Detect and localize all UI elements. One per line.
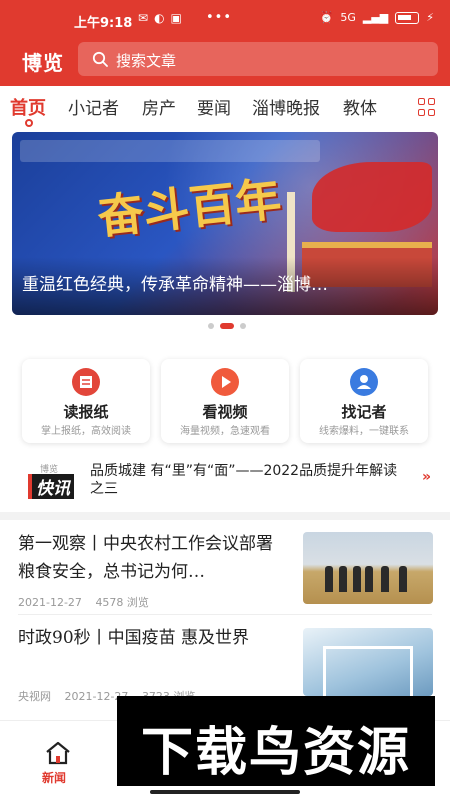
article-date: 2021-12-27 [18,596,82,609]
network-label: 5G [340,11,356,24]
reporter-icon [350,368,378,396]
tab-education-sports[interactable]: 教体 [343,94,377,119]
channel-tabs: 首页 小记者 房产 要闻 淄博晚报 教体 [0,86,450,128]
banner-carousel[interactable]: 奋斗百年 重温红色经典，传承革命精神——淄博… [12,132,438,315]
double-chevron-right-icon[interactable]: » [422,469,431,485]
wechat-icon: ✉ [138,11,149,25]
article-meta: 2021-12-27 4578 浏览 [18,594,159,610]
flash-news-logo: 博览 快讯 [22,462,74,499]
watermark-overlay: 下载鸟资源 [117,696,435,786]
tabs-fade [380,86,410,128]
banner-flag-graphic [312,162,432,232]
tab-zibo-evening[interactable]: 淄博晚报 [252,94,320,119]
article-title[interactable]: 第一观察丨中央农村工作会议部署粮食安全，总书记为何… [18,530,288,586]
search-icon [92,51,108,67]
status-bar: 上午9:18 ✉ ◐ ▣ ••• ⏰ 5G ▂▄▆ ⚡ [0,0,450,40]
carousel-dot [208,323,214,329]
app-header: 博览 搜索文章 [0,40,450,86]
article-thumbnail[interactable] [303,532,433,604]
card-subtitle: 海量视频，急速观看 [180,426,270,437]
home-indicator [150,790,300,794]
status-time: 上午9:18 [74,16,133,31]
battery-icon [395,11,420,24]
play-video-icon [211,368,239,396]
newspaper-icon [72,368,100,396]
section-divider [0,512,450,520]
article-source: 央视网 [18,690,51,703]
tab-real-estate[interactable]: 房产 [142,94,176,119]
banner-sponsor-strip [20,140,320,162]
app-notification-icon: ◐ [154,11,165,25]
flash-logo-main: 快讯 [28,474,74,499]
carousel-indicator [208,323,246,329]
app-logo: 博览 [22,51,64,75]
card-subtitle: 线索爆料，一键联系 [319,426,409,437]
more-notifications-icon: ••• [206,10,233,25]
active-tab-indicator [25,119,33,127]
search-bar[interactable]: 搜索文章 [78,42,438,76]
nav-news[interactable]: 新闻 [36,737,80,787]
card-title: 找记者 [341,403,387,421]
carousel-dot-active [220,323,234,329]
flash-news-bar[interactable]: 博览 快讯 品质城建 有“里”有“面”——2022品质提升年解读之三 » [0,455,450,505]
article-views: 4578 浏览 [95,596,149,609]
card-title: 读报纸 [63,403,109,421]
list-divider [18,614,432,615]
search-placeholder: 搜索文章 [116,52,177,70]
watermark-text: 下载鸟资源 [140,723,411,783]
card-subtitle: 掌上报纸，高效阅读 [41,426,131,437]
watch-video-card[interactable]: 看视频 海量视频，急速观看 [161,359,289,443]
tab-headlines[interactable]: 要闻 [197,94,231,119]
carousel-dot [240,323,246,329]
article-thumbnail[interactable] [303,628,433,696]
banner-caption: 重温红色经典，传承革命精神——淄博… [22,275,328,295]
nav-news-label: 新闻 [42,771,67,785]
tab-home[interactable]: 首页 [10,94,46,120]
card-title: 看视频 [202,403,248,421]
system-icons: ⏰ 5G ▂▄▆ ⚡ [320,11,434,24]
home-icon [46,741,70,765]
charging-icon: ⚡ [426,11,434,24]
signal-icon: ▂▄▆ [362,11,389,24]
photo-icon: ▣ [170,11,182,25]
tab-young-reporter[interactable]: 小记者 [68,94,119,119]
find-reporter-card[interactable]: 找记者 线索爆料，一键联系 [300,359,428,443]
channel-grid-icon[interactable] [418,98,436,116]
notification-icons: ✉ ◐ ▣ [138,11,182,25]
read-newspaper-card[interactable]: 读报纸 掌上报纸，高效阅读 [22,359,150,443]
alarm-icon: ⏰ [319,11,334,24]
article-title[interactable]: 时政90秒丨中国疫苗 惠及世界 [18,624,288,652]
flash-news-text: 品质城建 有“里”有“面”——2022品质提升年解读之三 [90,463,398,497]
